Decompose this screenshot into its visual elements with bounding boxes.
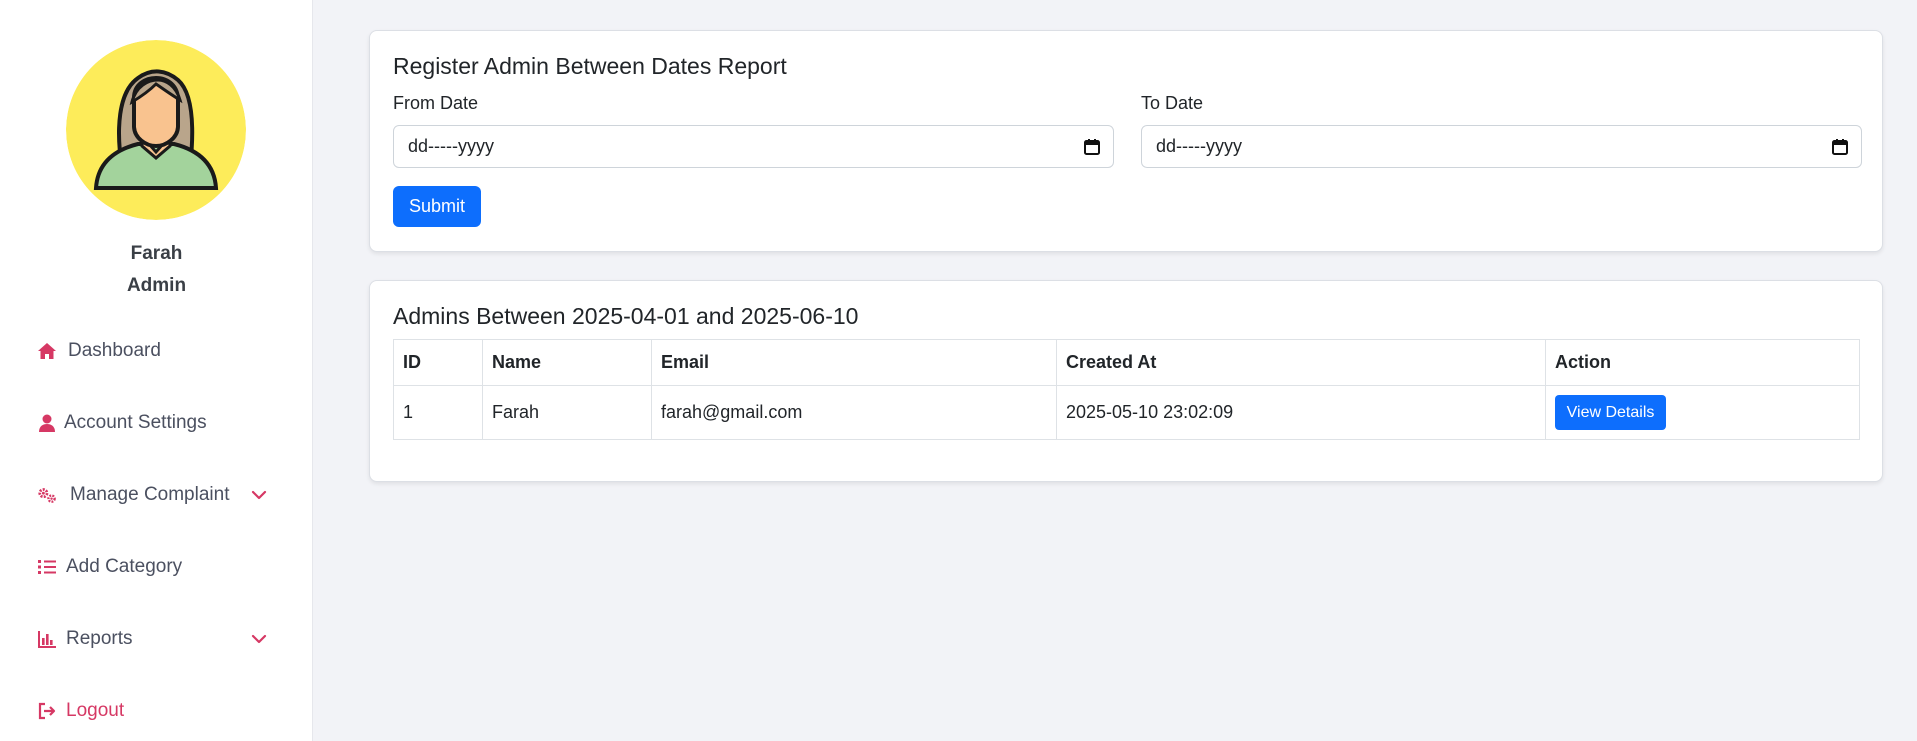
to-date-input[interactable]: dd-----yyyy: [1141, 125, 1862, 168]
cell-created-at: 2025-05-10 23:02:09: [1056, 385, 1546, 440]
view-details-button[interactable]: View Details: [1555, 395, 1666, 430]
sidebar-item-label: Dashboard: [68, 340, 161, 361]
user-role: Admin: [126, 275, 187, 296]
sidebar-item-add-category[interactable]: Add Category: [36, 550, 276, 584]
list-icon: [36, 556, 58, 578]
sidebar: Farah Admin Dashboard Account Settings M…: [0, 0, 313, 741]
to-date-label: To Date: [1141, 93, 1204, 113]
table-header-row: ID Name Email Created At Action: [393, 339, 1860, 386]
sidebar-item-manage-complaint[interactable]: Manage Complaint: [36, 478, 276, 512]
from-date-value: dd-----yyyy: [408, 136, 494, 156]
sign-out-icon: [36, 700, 58, 722]
from-date-label: From Date: [393, 93, 479, 113]
results-table: ID Name Email Created At Action 1 Farah …: [393, 339, 1860, 440]
table-row: 1 Farah farah@gmail.com 2025-05-10 23:02…: [393, 385, 1860, 440]
user-name: Farah: [130, 243, 183, 264]
from-date-input[interactable]: dd-----yyyy: [393, 125, 1114, 168]
report-form-card: Register Admin Between Dates Report From…: [369, 30, 1883, 252]
cell-id: 1: [393, 385, 483, 440]
sidebar-item-label: Reports: [66, 628, 133, 649]
column-header-id: ID: [393, 339, 483, 386]
results-title: Admins Between 2025-04-01 and 2025-06-10: [393, 303, 859, 329]
sidebar-item-account-settings[interactable]: Account Settings: [36, 406, 276, 440]
sidebar-item-label: Manage Complaint: [70, 484, 230, 505]
sidebar-item-reports[interactable]: Reports: [36, 622, 276, 656]
column-header-name: Name: [482, 339, 652, 386]
avatar-illustration-icon: [66, 40, 246, 220]
avatar: [66, 40, 246, 220]
chevron-down-icon: [251, 490, 267, 500]
sidebar-item-label: Account Settings: [64, 412, 207, 433]
calendar-icon[interactable]: [1083, 138, 1101, 156]
column-header-email: Email: [651, 339, 1057, 386]
form-title: Register Admin Between Dates Report: [393, 53, 787, 79]
sidebar-item-logout[interactable]: Logout: [36, 694, 276, 728]
sidebar-item-label: Logout: [66, 700, 125, 721]
sidebar-item-dashboard[interactable]: Dashboard: [36, 334, 276, 368]
to-date-value: dd-----yyyy: [1156, 136, 1242, 156]
cell-email: farah@gmail.com: [651, 385, 1057, 440]
gears-icon: [36, 484, 58, 506]
column-header-created-at: Created At: [1056, 339, 1546, 386]
submit-button[interactable]: Submit: [393, 186, 481, 227]
results-card: Admins Between 2025-04-01 and 2025-06-10…: [369, 280, 1883, 482]
calendar-icon[interactable]: [1831, 138, 1849, 156]
cell-name: Farah: [482, 385, 652, 440]
cell-action: View Details: [1545, 385, 1860, 440]
house-icon: [36, 340, 58, 362]
chart-bar-icon: [36, 628, 58, 650]
user-icon: [36, 412, 58, 434]
column-header-action: Action: [1545, 339, 1860, 386]
sidebar-item-label: Add Category: [66, 556, 183, 577]
chevron-down-icon: [251, 634, 267, 644]
